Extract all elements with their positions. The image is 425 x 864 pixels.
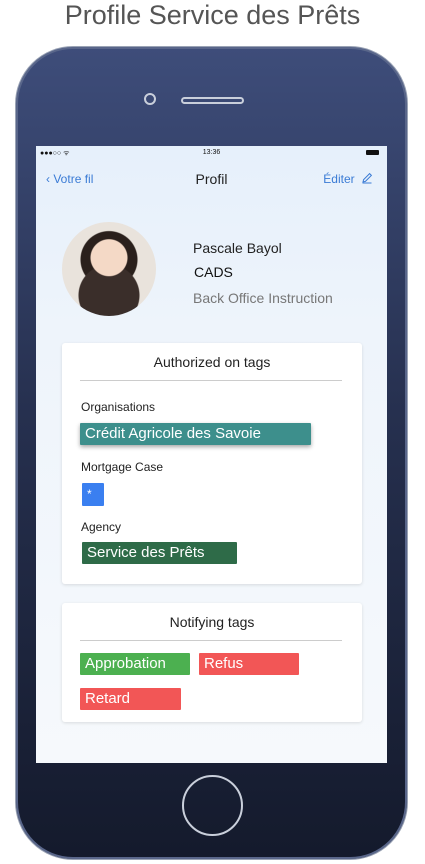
speaker-icon	[181, 97, 244, 104]
page-caption: Profile Service des Prêts	[64, 0, 361, 30]
profile-name: Pascale Bayol	[193, 240, 282, 256]
notifying-tags-title: Notifying tags	[169, 614, 255, 630]
nav-bar: ‹ Votre fil Profil Éditer	[36, 170, 387, 190]
camera-icon	[144, 93, 156, 105]
tag-refus[interactable]: Refus	[199, 653, 299, 675]
agency-label: Agency	[81, 520, 122, 534]
battery-icon	[366, 150, 379, 155]
pencil-icon	[362, 172, 373, 184]
tag-agency[interactable]: Service des Prêts	[82, 542, 237, 564]
status-time: 13:36	[202, 149, 221, 156]
edit-button[interactable]: Éditer	[323, 172, 373, 186]
tag-organisation[interactable]: Crédit Agricole des Savoie	[80, 423, 311, 445]
status-bar: ●●●○○ ᯤ 13:36	[36, 146, 387, 160]
edit-label: Éditer	[323, 172, 355, 186]
organisations-label: Organisations	[81, 400, 156, 414]
mortgage-case-label: Mortgage Case	[81, 460, 164, 474]
profile-organization: CADS	[194, 264, 233, 280]
divider	[80, 380, 342, 381]
tag-approbation[interactable]: Approbation	[80, 653, 190, 675]
home-button[interactable]	[182, 775, 243, 836]
profile-role: Back Office Instruction	[193, 290, 333, 306]
avatar	[62, 222, 156, 316]
authorized-tags-title: Authorized on tags	[153, 354, 271, 370]
authorized-tags-card: Authorized on tags Organisations Crédit …	[62, 343, 362, 584]
app-screen: ●●●○○ ᯤ 13:36 ‹ Votre fil Profil Éditer …	[36, 146, 387, 763]
tag-retard[interactable]: Retard	[80, 688, 181, 710]
divider	[80, 640, 342, 641]
tag-mortgage-case[interactable]: *	[82, 483, 104, 506]
notifying-tags-card: Notifying tags Approbation Refus Retard	[62, 603, 362, 722]
